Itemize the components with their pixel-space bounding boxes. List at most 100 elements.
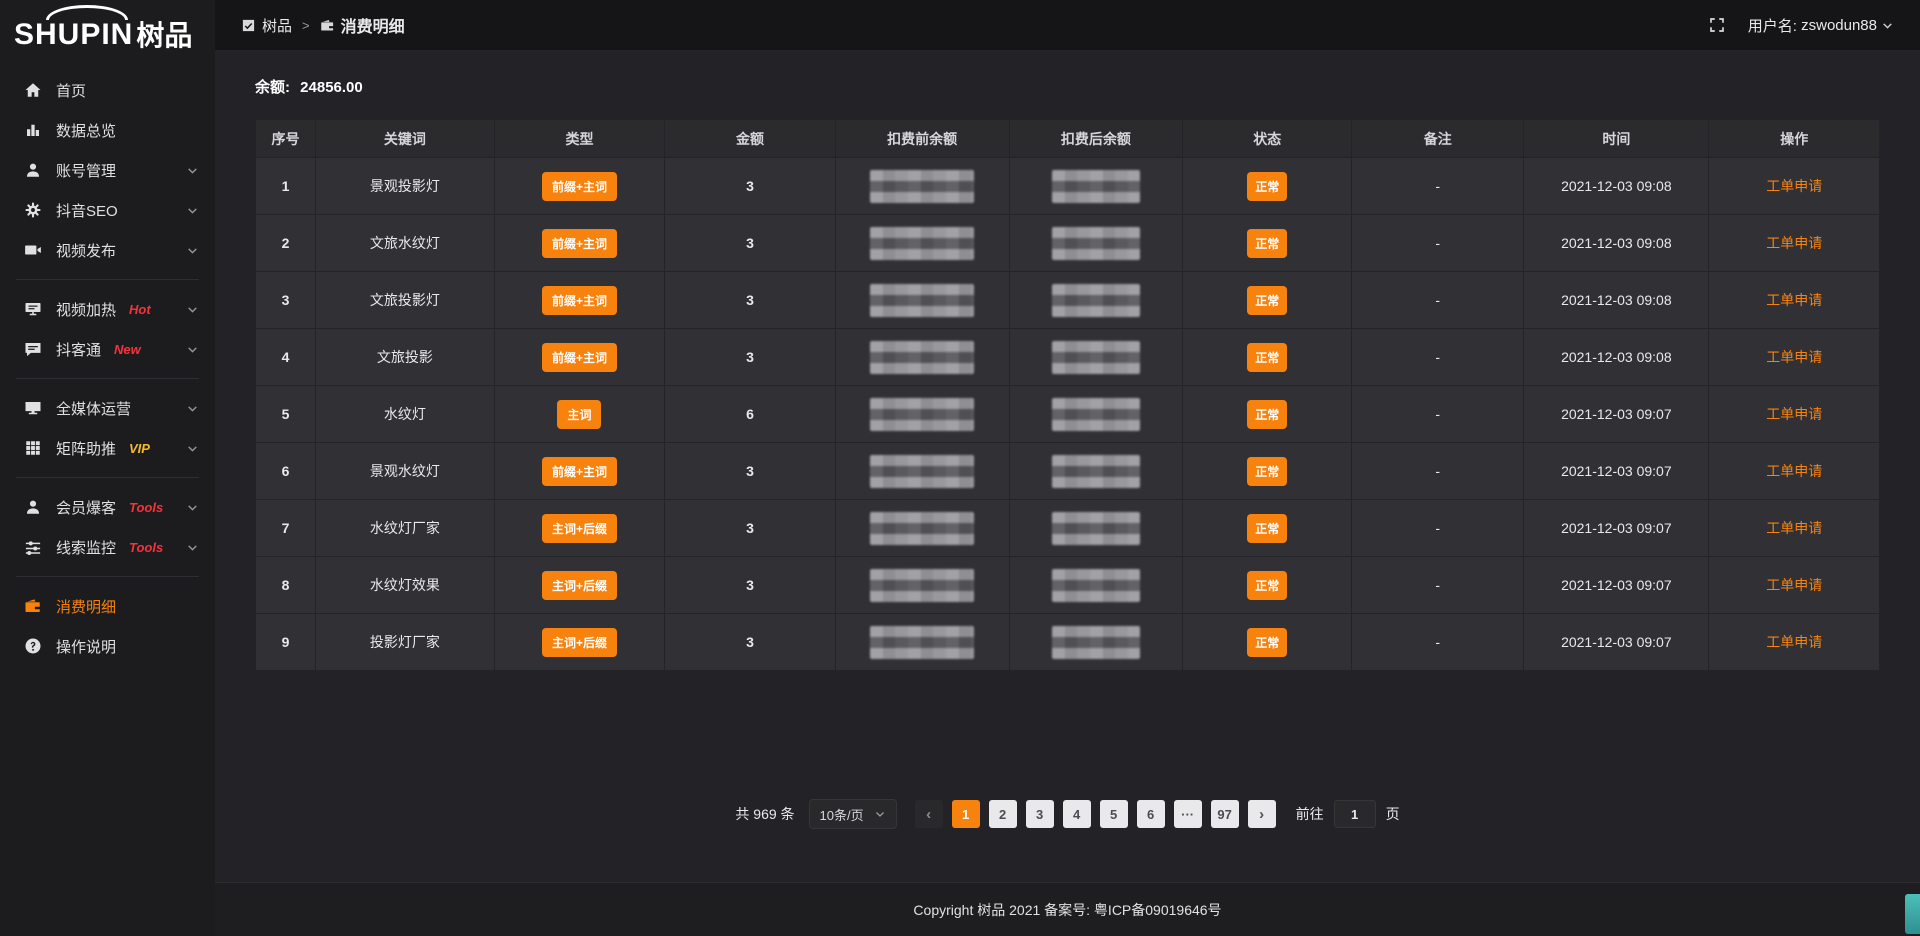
gear-icon [24,201,42,219]
footer: Copyright 树品 2021 备案号: 粤ICP备09019646号 [215,882,1920,936]
cell-amount: 6 [665,386,836,443]
cell-type: 主词+后缀 [494,614,665,671]
ticket-request-link[interactable]: 工单申请 [1766,520,1822,536]
chat-icon [24,340,42,358]
ticket-request-link[interactable]: 工单申请 [1766,463,1822,479]
sidebar-item-publish[interactable]: 视频发布 [0,230,215,270]
breadcrumb-root[interactable]: 树品 [262,15,292,36]
cell-status: 正常 [1183,158,1352,215]
sidebar-item-guide[interactable]: 操作说明 [0,626,215,666]
cell-status: 正常 [1183,614,1352,671]
chevron-down-icon [186,164,199,177]
sidebar-item-tag: Hot [129,302,151,317]
masked-balance-after [1052,626,1140,659]
cell-action: 工单申请 [1709,329,1880,386]
ticket-request-link[interactable]: 工单申请 [1766,634,1822,650]
status-badge: 正常 [1247,571,1287,600]
copyright-text: Copyright 树品 2021 备案号: 粤ICP备09019646号 [913,900,1221,920]
cell-balance-after [1009,557,1183,614]
cell-remark: - [1352,158,1524,215]
next-page-button[interactable]: › [1248,800,1276,828]
column-header: 序号 [256,120,316,158]
ticket-request-link[interactable]: 工单申请 [1766,292,1822,308]
sidebar-item-label: 数据总览 [56,120,116,141]
ticket-request-link[interactable]: 工单申请 [1766,235,1822,251]
cell-remark: - [1352,614,1524,671]
ticket-request-link[interactable]: 工单申请 [1766,577,1822,593]
column-header: 时间 [1524,120,1709,158]
type-badge: 前缀+主词 [542,343,617,372]
sidebar-item-member[interactable]: 会员爆客Tools [0,487,215,527]
ticket-request-link[interactable]: 工单申请 [1766,406,1822,422]
table-header-row: 序号关键词类型金额扣费前余额扣费后余额状态备注时间操作 [256,120,1880,158]
sidebar-item-clue[interactable]: 线索监控Tools [0,527,215,567]
sidebar-item-tag: New [114,342,141,357]
page-button-3[interactable]: 3 [1026,800,1054,828]
cell-amount: 3 [665,272,836,329]
cell-remark: - [1352,500,1524,557]
content: 余额: 24856.00 序号关键词类型金额扣费前余额扣费后余额状态备注时间操作… [215,50,1920,882]
type-badge: 前缀+主词 [542,286,617,315]
masked-balance-before [870,227,974,260]
cell-amount: 3 [665,500,836,557]
sidebar-item-douketong[interactable]: 抖客通New [0,329,215,369]
cell-balance-after [1009,329,1183,386]
chevron-down-icon [186,244,199,257]
cell-keyword: 文旅投影灯 [316,272,495,329]
page-button-1[interactable]: 1 [952,800,980,828]
column-header: 备注 [1352,120,1524,158]
user-menu[interactable]: 用户名: zswodun88 [1748,15,1894,36]
cell-balance-after [1009,443,1183,500]
type-badge: 前缀+主词 [542,457,617,486]
cell-action: 工单申请 [1709,557,1880,614]
goto-page: 前往 页 [1296,800,1400,828]
column-header: 状态 [1183,120,1352,158]
sidebar-item-media[interactable]: 全媒体运营 [0,388,215,428]
cell-index: 1 [256,158,316,215]
status-badge: 正常 [1247,286,1287,315]
ticket-request-link[interactable]: 工单申请 [1766,178,1822,194]
cell-time: 2021-12-03 09:07 [1524,614,1709,671]
user-icon [24,161,42,179]
page-size-value: 10条/页 [820,805,864,824]
sidebar-item-data[interactable]: 数据总览 [0,110,215,150]
page-button-97[interactable]: 97 [1211,800,1239,828]
masked-balance-before [870,170,974,203]
page-size-select[interactable]: 10条/页 [809,799,897,829]
prev-page-button[interactable]: ‹ [915,800,943,828]
masked-balance-after [1052,512,1140,545]
page-button-5[interactable]: 5 [1100,800,1128,828]
chart-icon [24,121,42,139]
cell-action: 工单申请 [1709,500,1880,557]
cell-balance-before [835,557,1009,614]
page-button-6[interactable]: 6 [1137,800,1165,828]
status-badge: 正常 [1247,229,1287,258]
cell-balance-before [835,614,1009,671]
sidebar-item-matrix[interactable]: 矩阵助推VIP [0,428,215,468]
sidebar-item-consume[interactable]: 消费明细 [0,586,215,626]
goto-page-input[interactable] [1334,800,1376,828]
balance: 余额: 24856.00 [255,76,1880,97]
sidebar-item-account[interactable]: 账号管理 [0,150,215,190]
more-pages-button[interactable]: ··· [1174,800,1202,828]
chevron-down-icon [186,204,199,217]
masked-balance-after [1052,170,1140,203]
page-button-4[interactable]: 4 [1063,800,1091,828]
cell-keyword: 水纹灯厂家 [316,500,495,557]
cell-amount: 3 [665,443,836,500]
total-count: 共 969 条 [735,804,794,824]
sidebar-item-home[interactable]: 首页 [0,70,215,110]
cell-time: 2021-12-03 09:08 [1524,158,1709,215]
sidebar-item-heat[interactable]: 视频加热Hot [0,289,215,329]
cell-keyword: 景观投影灯 [316,158,495,215]
topbar-right: 用户名: zswodun88 [1708,15,1894,36]
chevron-down-icon [1881,19,1894,32]
side-widget-partial[interactable] [1905,894,1920,934]
ticket-request-link[interactable]: 工单申请 [1766,349,1822,365]
sidebar-item-seo[interactable]: 抖音SEO [0,190,215,230]
cell-remark: - [1352,329,1524,386]
page-button-2[interactable]: 2 [989,800,1017,828]
app-window: SHUPIN 树品 首页数据总览账号管理抖音SEO视频发布视频加热Hot抖客通N… [0,0,1920,936]
type-badge: 主词+后缀 [542,628,617,657]
fullscreen-icon[interactable] [1708,16,1726,34]
